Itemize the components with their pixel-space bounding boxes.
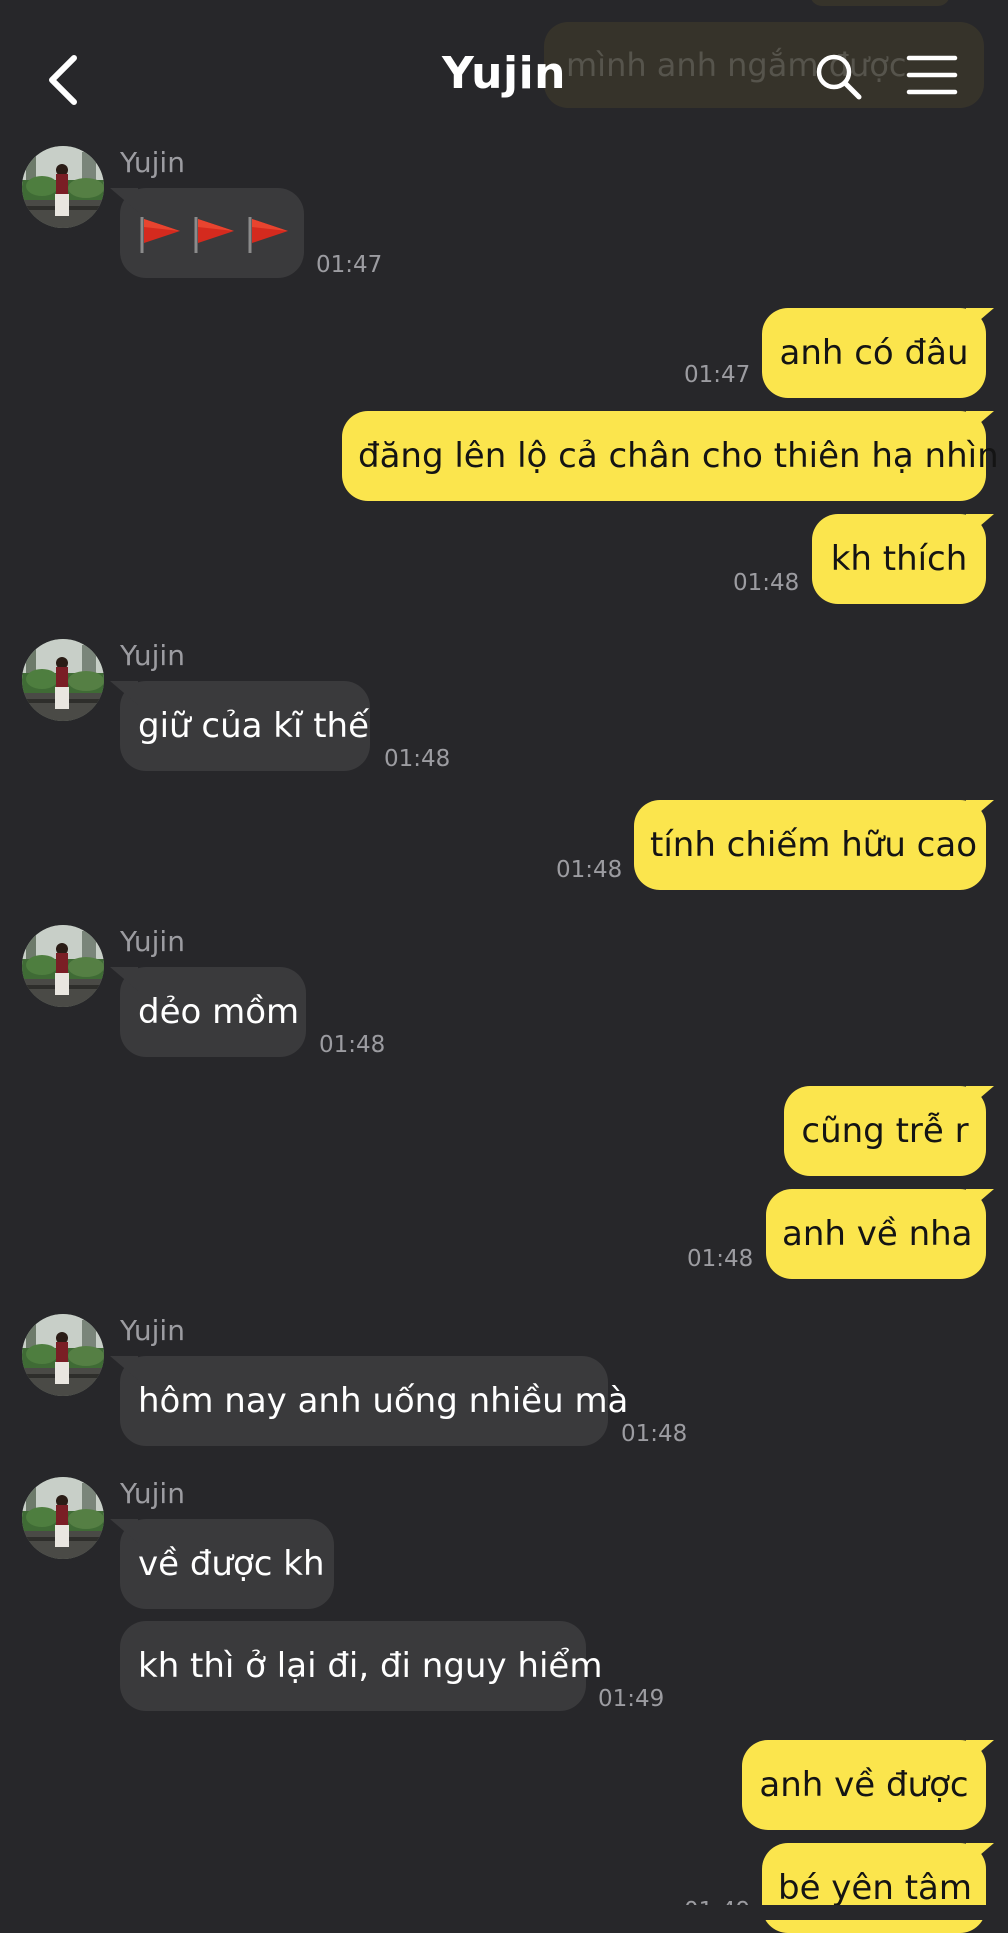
message-time: 01:48 <box>319 1032 386 1058</box>
avatar-image <box>22 925 104 1007</box>
message-text: hôm nay anh uống nhiều mà <box>138 1381 629 1421</box>
search-button[interactable] <box>814 52 864 102</box>
outgoing-message[interactable]: cũng trễ r <box>784 1086 994 1176</box>
bubble-tail <box>110 967 138 991</box>
sender-name: Yujin <box>120 639 185 672</box>
sender-name: Yujin <box>120 146 185 179</box>
avatar[interactable] <box>22 925 104 1007</box>
message-time: 01:49 <box>598 1686 665 1712</box>
message-text: giữ của kĩ thế <box>138 706 370 746</box>
sender-name: Yujin <box>120 1314 185 1347</box>
incoming-message[interactable] <box>110 188 304 278</box>
message-time: 01:48 <box>556 857 623 883</box>
message-text: bé yên tâm <box>778 1868 972 1908</box>
outgoing-message[interactable]: anh về được <box>742 1740 994 1830</box>
incoming-message[interactable]: dẻo mồm <box>110 967 306 1057</box>
avatar[interactable] <box>22 639 104 721</box>
message-text: về được kh <box>138 1544 325 1584</box>
flag-emoji-row <box>138 213 300 253</box>
menu-button[interactable] <box>906 52 958 98</box>
message-time: 01:48 <box>621 1421 688 1447</box>
avatar-image <box>22 1314 104 1396</box>
incoming-message[interactable]: về được kh <box>110 1519 334 1609</box>
bubble-tail <box>110 681 138 705</box>
bubble-tail <box>966 308 994 332</box>
red-flag-icon <box>192 215 236 255</box>
message-text: anh có đâu <box>779 333 969 373</box>
avatar[interactable] <box>22 1477 104 1559</box>
bubble-tail <box>966 1086 994 1110</box>
bubble-tail <box>966 1740 994 1764</box>
avatar-image <box>22 1477 104 1559</box>
bubble-tail <box>110 1519 138 1543</box>
message-text: tính chiếm hữu cao <box>650 825 978 865</box>
bubble-tail <box>966 514 994 538</box>
incoming-message[interactable]: giữ của kĩ thế <box>110 681 370 771</box>
red-flag-icon <box>246 215 290 255</box>
avatar-image <box>22 639 104 721</box>
outgoing-message[interactable]: kh thích <box>812 514 994 604</box>
message-text: kh thích <box>830 539 968 579</box>
bubble-tail <box>966 1189 994 1213</box>
sender-name: Yujin <box>120 925 185 958</box>
outgoing-message[interactable]: tính chiếm hữu cao <box>634 800 994 890</box>
bubble-tail <box>966 1843 994 1867</box>
outgoing-message[interactable]: anh về nha <box>766 1189 994 1279</box>
outgoing-message[interactable]: đăng lên lộ cả chân cho thiên hạ nhìn <box>342 411 999 501</box>
sender-name: Yujin <box>120 1477 185 1510</box>
chat-header: mình anh ngắm được Yujin <box>0 0 1008 150</box>
scrolled-message-fragment <box>810 0 950 6</box>
message-time: 01:47 <box>684 362 751 388</box>
message-time: 01:48 <box>384 746 451 772</box>
bubble-tail <box>110 188 138 212</box>
incoming-message[interactable]: hôm nay anh uống nhiều mà <box>110 1356 628 1446</box>
avatar[interactable] <box>22 1314 104 1396</box>
message-text: dẻo mồm <box>138 992 300 1032</box>
hamburger-menu-icon <box>906 55 958 95</box>
bottom-edge <box>0 1905 1008 1920</box>
bubble-tail <box>110 1356 138 1380</box>
message-text: cũng trễ r <box>801 1111 969 1151</box>
bubble-tail <box>966 411 994 435</box>
message-time: 01:48 <box>733 570 800 596</box>
search-icon <box>816 54 862 100</box>
bubble-tail <box>966 800 994 824</box>
message-text: anh về nha <box>782 1214 973 1254</box>
message-time: 01:47 <box>316 252 383 278</box>
outgoing-message[interactable]: anh có đâu <box>762 308 994 398</box>
incoming-message[interactable]: kh thì ở lại đi, đi nguy hiểm <box>120 1621 602 1711</box>
message-text: kh thì ở lại đi, đi nguy hiểm <box>138 1646 603 1686</box>
avatar[interactable] <box>22 146 104 228</box>
message-text: đăng lên lộ cả chân cho thiên hạ nhìn <box>358 436 999 476</box>
avatar-image <box>22 146 104 228</box>
message-text: anh về được <box>759 1765 969 1805</box>
red-flag-icon <box>138 215 182 255</box>
message-time: 01:48 <box>687 1246 754 1272</box>
